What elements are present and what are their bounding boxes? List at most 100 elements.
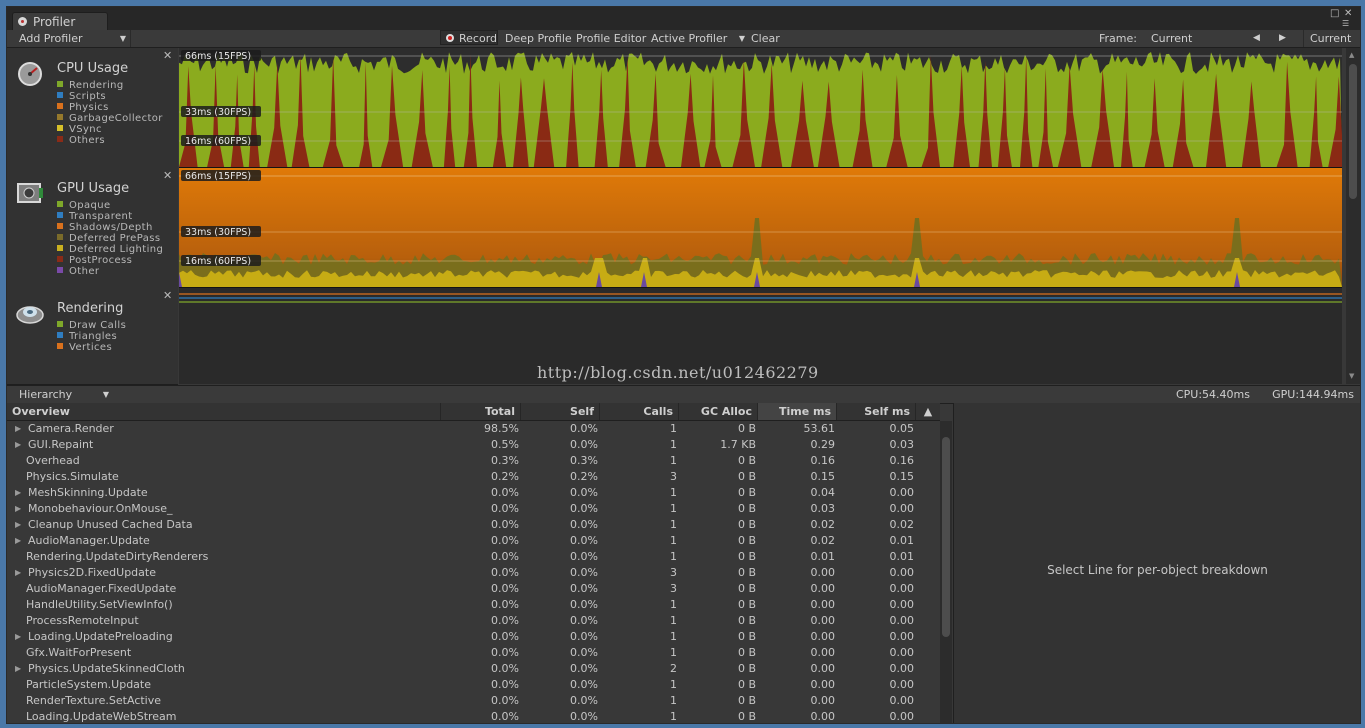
active-profiler-dropdown[interactable]: Active Profiler ▼ — [651, 30, 745, 47]
table-row[interactable]: Rendering.UpdateDirtyRenderers 0.0% 0.0% 1 0… — [7, 549, 940, 565]
cell-total: 0.0% — [491, 678, 519, 691]
legend-item[interactable]: Rendering — [57, 80, 124, 91]
expand-arrow-icon[interactable]: ▶ — [15, 501, 21, 517]
table-row[interactable]: ▶ Monobehaviour.OnMouse_ 0.0% 0.0% 1 0 B 0.03 0… — [7, 501, 940, 517]
graph-vertical-scrollbar[interactable]: ▲ ▼ — [1346, 48, 1360, 384]
profiler-tab[interactable]: Profiler — [12, 12, 108, 30]
close-module-icon[interactable]: ✕ — [163, 169, 172, 182]
record-label: Record — [459, 32, 498, 45]
column-header-self[interactable]: Self — [520, 403, 599, 420]
cell-calls: 1 — [670, 646, 677, 659]
legend-item[interactable]: Triangles — [57, 331, 117, 342]
legend-item[interactable]: Opaque — [57, 200, 111, 211]
column-header-calls[interactable]: Calls — [599, 403, 678, 420]
close-module-icon[interactable]: ✕ — [163, 49, 172, 62]
legend-item[interactable]: Other — [57, 266, 99, 277]
legend-item[interactable]: VSync — [57, 124, 102, 135]
legend-item[interactable]: Physics — [57, 102, 109, 113]
expand-arrow-icon[interactable]: ▶ — [15, 533, 21, 549]
scroll-up-icon[interactable]: ▲ — [1349, 51, 1354, 59]
close-icon[interactable]: ✕ — [1344, 8, 1352, 19]
expand-arrow-icon[interactable]: ▶ — [15, 485, 21, 501]
sort-arrow-icon[interactable]: ▲ — [915, 403, 940, 420]
table-row[interactable]: Physics.Simulate 0.2% 0.2% 3 0 B 0.15 0.15 — [7, 469, 940, 485]
table-row[interactable]: ▶ Physics2D.FixedUpdate 0.0% 0.0% 3 0 B 0.00 0.… — [7, 565, 940, 581]
cell-calls: 3 — [670, 582, 677, 595]
cell-total: 0.0% — [491, 598, 519, 611]
profile-editor-button[interactable]: Profile Editor — [576, 30, 646, 47]
expand-arrow-icon[interactable]: ▶ — [15, 517, 21, 533]
expand-arrow-icon[interactable]: ▶ — [15, 565, 21, 581]
row-name: ProcessRemoteInput — [26, 614, 139, 627]
table-row[interactable]: Loading.UpdateWebStream 0.0% 0.0% 1 0 B 0.00 0… — [7, 709, 940, 723]
legend-item[interactable]: Others — [57, 135, 105, 146]
profiler-tab-label: Profiler — [33, 15, 76, 29]
table-row[interactable]: Gfx.WaitForPresent 0.0% 0.0% 1 0 B 0.00 0.00 — [7, 645, 940, 661]
expand-arrow-icon[interactable]: ▶ — [15, 661, 21, 677]
column-header-gc-alloc[interactable]: GC Alloc — [678, 403, 757, 420]
row-name: Physics.UpdateSkinnedCloth — [28, 662, 185, 675]
cell-time: 0.00 — [810, 630, 836, 643]
table-row[interactable]: ▶ Loading.UpdatePreloading 0.0% 0.0% 1 0 B 0.0… — [7, 629, 940, 645]
close-module-icon[interactable]: ✕ — [163, 289, 172, 302]
record-button[interactable]: Record — [440, 30, 498, 45]
legend-item[interactable]: GarbageCollector — [57, 113, 163, 124]
cell-calls: 2 — [670, 662, 677, 675]
legend-item[interactable]: Scripts — [57, 91, 106, 102]
scroll-down-icon[interactable]: ▼ — [1349, 372, 1354, 380]
table-row[interactable]: Overhead 0.3% 0.3% 1 0 B 0.16 0.16 — [7, 453, 940, 469]
legend-item[interactable]: Vertices — [57, 342, 112, 353]
cell-self: 0.0% — [570, 646, 598, 659]
legend-swatch — [57, 92, 63, 98]
legend-label: Vertices — [69, 342, 113, 353]
table-row[interactable]: HandleUtility.SetViewInfo() 0.0% 0.0% 1 0 B 0… — [7, 597, 940, 613]
rendering-module[interactable]: Rendering ✕ Draw Calls Triangles Vertice… — [7, 288, 178, 385]
clear-button[interactable]: Clear — [751, 30, 780, 47]
column-header-self-ms[interactable]: Self ms — [836, 403, 915, 420]
scrollbar-thumb[interactable] — [1349, 64, 1357, 199]
table-row[interactable]: ▶ Camera.Render 98.5% 0.0% 1 0 B 53.61 0.05 — [7, 421, 940, 437]
gpu-usage-module[interactable]: GPU Usage ✕ Opaque Transparent Shadows/D… — [7, 168, 178, 289]
scrollbar-thumb[interactable] — [942, 437, 950, 637]
table-row[interactable]: RenderTexture.SetActive 0.0% 0.0% 1 0 B 0.00 0… — [7, 693, 940, 709]
next-frame-icon[interactable]: ▶ — [1279, 30, 1286, 47]
legend-item[interactable]: Shadows/Depth — [57, 222, 153, 233]
cell-gc: 0 B — [737, 566, 756, 579]
table-row[interactable]: ▶ GUI.Repaint 0.5% 0.0% 1 1.7 KB 0.29 0.03 — [7, 437, 940, 453]
maximize-icon[interactable]: □ — [1330, 8, 1339, 19]
cell-gc: 0 B — [737, 630, 756, 643]
profiler-graphs[interactable]: 66ms (15FPS) 33ms (30FPS) 16ms (60FPS) 6… — [179, 48, 1342, 384]
deep-profile-button[interactable]: Deep Profile — [505, 30, 572, 47]
column-header-total[interactable]: Total — [440, 403, 520, 420]
expand-arrow-icon[interactable]: ▶ — [15, 421, 21, 437]
table-row[interactable]: ▶ Physics.UpdateSkinnedCloth 0.0% 0.0% 2 0 B 0… — [7, 661, 940, 677]
table-row[interactable]: ▶ AudioManager.Update 0.0% 0.0% 1 0 B 0.02 0.01 — [7, 533, 940, 549]
table-row[interactable]: ParticleSystem.Update 0.0% 0.0% 1 0 B 0.00 0.0… — [7, 677, 940, 693]
expand-arrow-icon[interactable]: ▶ — [15, 437, 21, 453]
table-row[interactable]: ▶ MeshSkinning.Update 0.0% 0.0% 1 0 B 0.04 0.00 — [7, 485, 940, 501]
cpu-usage-module[interactable]: CPU Usage ✕ Rendering Scripts Physics Ga… — [7, 48, 178, 169]
current-frame-button[interactable]: Current — [1303, 30, 1351, 47]
view-mode-dropdown[interactable]: Hierarchy ▼ — [13, 386, 113, 403]
previous-frame-icon[interactable]: ◀ — [1253, 30, 1260, 47]
legend-item[interactable]: Deferred PrePass — [57, 233, 160, 244]
column-header-time-ms[interactable]: Time ms — [757, 403, 836, 420]
table-row[interactable]: ProcessRemoteInput 0.0% 0.0% 1 0 B 0.00 0.00 — [7, 613, 940, 629]
cell-calls: 1 — [670, 422, 677, 435]
table-vertical-scrollbar[interactable] — [940, 421, 952, 723]
cell-self: 0.0% — [570, 710, 598, 723]
row-name: Physics.Simulate — [26, 470, 119, 483]
legend-label: Other — [69, 266, 100, 277]
expand-arrow-icon[interactable]: ▶ — [15, 629, 21, 645]
window-menu-icon[interactable]: ☰ — [1342, 19, 1349, 28]
table-row[interactable]: AudioManager.FixedUpdate 0.0% 0.0% 3 0 B 0.00… — [7, 581, 940, 597]
legend-item[interactable]: Deferred Lighting — [57, 244, 163, 255]
cell-selfms: 0.15 — [889, 470, 915, 483]
table-row[interactable]: ▶ Cleanup Unused Cached Data 0.0% 0.0% 1 0 B 0… — [7, 517, 940, 533]
legend-item[interactable]: PostProcess — [57, 255, 132, 266]
legend-item[interactable]: Transparent — [57, 211, 133, 222]
legend-item[interactable]: Draw Calls — [57, 320, 126, 331]
column-header-overview[interactable]: Overview — [7, 403, 440, 420]
hierarchy-rows: ▶ Camera.Render 98.5% 0.0% 1 0 B 53.61 0.05 ▶ GUI… — [7, 421, 940, 723]
add-profiler-dropdown[interactable]: Add Profiler ▼ — [13, 30, 131, 47]
